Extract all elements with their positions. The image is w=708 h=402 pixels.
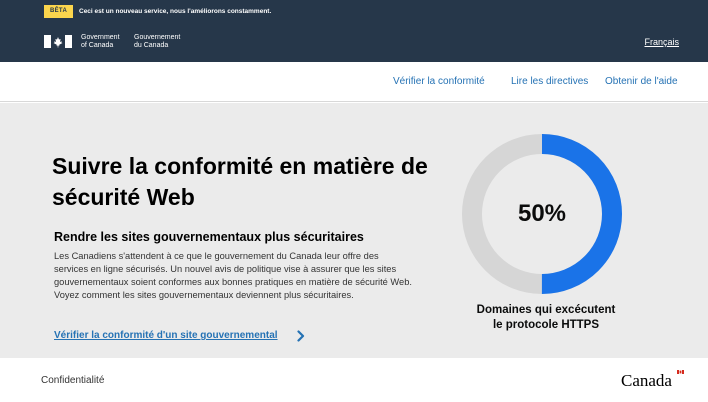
beta-banner: BÊTA Ceci est un nouveau service, nous l… (0, 0, 708, 22)
gov-fr-line2: du Canada (134, 42, 169, 49)
page-title: Suivre la conformité en matière de sécur… (52, 153, 428, 210)
government-of-canada-en: Government of Canada (81, 34, 120, 50)
canada-wordmark-logo: Canada (621, 370, 684, 389)
language-toggle-link[interactable]: Français (644, 37, 679, 47)
beta-badge: BÊTA (44, 5, 74, 18)
gov-en-line2: of Canada (81, 42, 114, 49)
gov-en-line1: Government (81, 34, 120, 41)
donut-caption-line1: Domaines qui excécutent (476, 304, 616, 316)
government-header: Government of Canada Gouvernement du Can… (0, 22, 708, 62)
hero-description: Les Canadiens s'attendent à ce que le go… (54, 251, 412, 300)
donut-caption: Domaines qui excécutent le protocole HTT… (456, 303, 636, 333)
hero-subtitle: Rendre les sites gouvernementaux plus sé… (54, 230, 364, 244)
nav-read-guidelines[interactable]: Lire les directives (511, 76, 588, 87)
footer: Confidentialité Canada (0, 358, 708, 402)
donut-percent-label: 50% (517, 200, 567, 227)
main-navigation: Vérifier la conformité Lire les directiv… (0, 62, 708, 102)
hero-section: Suivre la conformité en matière de sécur… (0, 103, 708, 358)
beta-message: Ceci est un nouveau service, nous l'amél… (79, 8, 272, 15)
gov-fr-line1: Gouvernement (134, 34, 181, 41)
government-of-canada-fr: Gouvernement du Canada (134, 34, 180, 50)
wordmark-text: Canada (621, 371, 672, 389)
chevron-right-icon[interactable] (296, 330, 306, 342)
nav-get-help[interactable]: Obtenir de l'aide (605, 76, 678, 87)
nav-verify-compliance[interactable]: Vérifier la conformité (393, 76, 485, 87)
https-donut-chart: 50% (461, 133, 623, 295)
check-site-compliance-link[interactable]: Vérifier la conformité d'un site gouvern… (54, 330, 278, 341)
privacy-link[interactable]: Confidentialité (41, 375, 104, 386)
donut-caption-line2: le protocole HTTPS (492, 319, 600, 331)
canada-flag-icon[interactable] (44, 35, 72, 48)
